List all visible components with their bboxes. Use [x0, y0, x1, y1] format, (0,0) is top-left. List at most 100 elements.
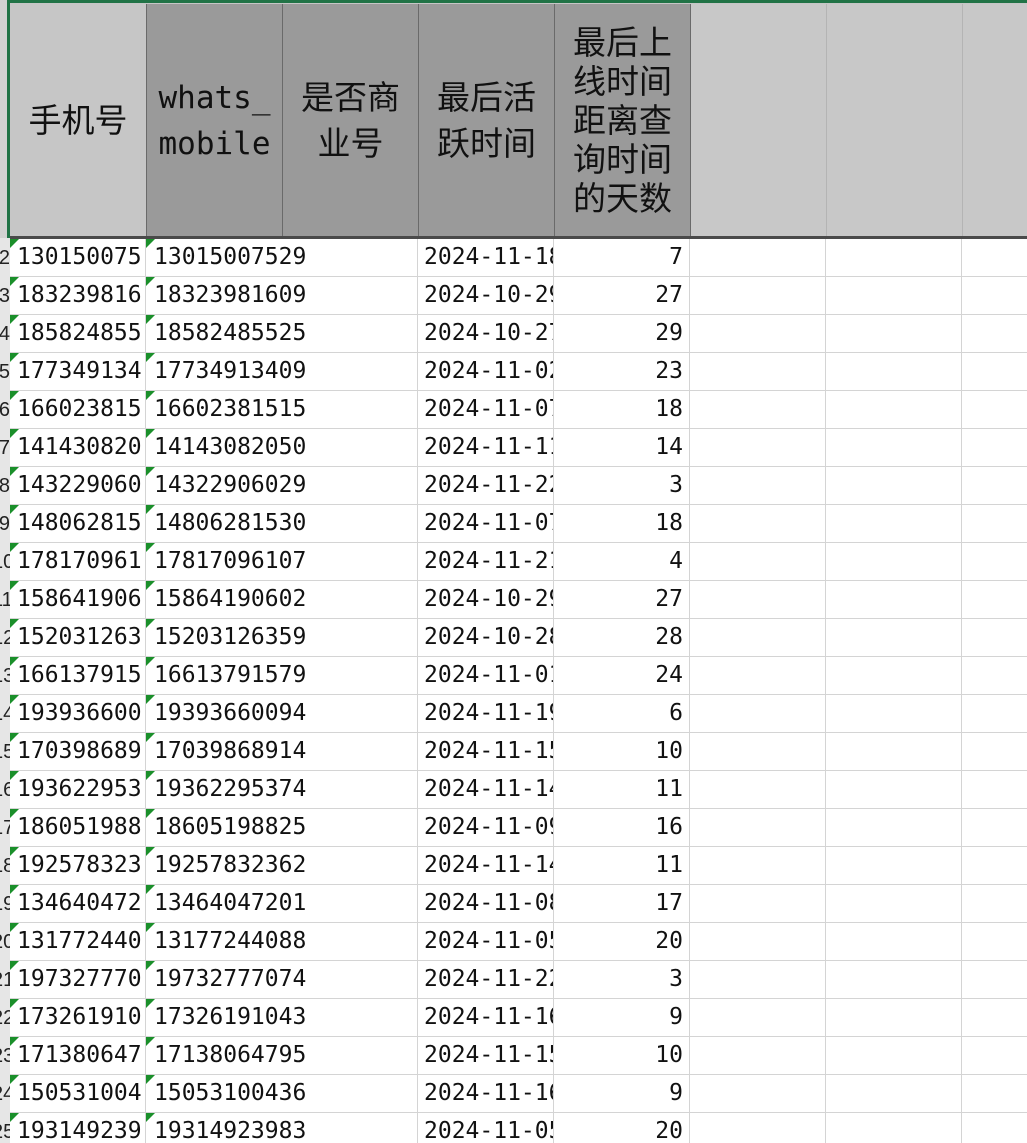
cell-empty[interactable] — [962, 1113, 1027, 1143]
cell-days-since[interactable]: 29 — [554, 315, 690, 352]
cell-whats-mobile[interactable]: 16613791579 — [146, 657, 306, 694]
cell-phone[interactable]: 148062815 — [10, 505, 146, 542]
number-as-text-flag-icon[interactable] — [10, 1075, 19, 1084]
row-number[interactable]: 19 — [0, 885, 10, 923]
header-is-business[interactable]: 是否商 业号 — [283, 4, 419, 237]
cell-empty[interactable] — [690, 353, 826, 390]
cell-empty[interactable] — [690, 695, 826, 732]
cell-whats-mobile[interactable]: 19257832362 — [146, 847, 306, 884]
number-as-text-flag-icon[interactable] — [10, 999, 19, 1008]
cell-empty[interactable] — [962, 467, 1027, 504]
cell-days-since[interactable]: 10 — [554, 733, 690, 770]
cell-whats-mobile[interactable]: 18582485525 — [146, 315, 306, 352]
cell-whats-mobile[interactable]: 13464047201 — [146, 885, 306, 922]
cell-phone[interactable]: 192578323 — [10, 847, 146, 884]
cell-last-active[interactable]: 2024-11-09 — [418, 809, 554, 846]
number-as-text-flag-icon[interactable] — [10, 1037, 19, 1046]
number-as-text-flag-icon[interactable] — [146, 353, 155, 362]
number-as-text-flag-icon[interactable] — [10, 923, 19, 932]
number-as-text-flag-icon[interactable] — [10, 543, 19, 552]
number-as-text-flag-icon[interactable] — [10, 961, 19, 970]
cell-whats-mobile[interactable]: 15864190602 — [146, 581, 306, 618]
row-number[interactable]: 23 — [0, 1037, 10, 1075]
number-as-text-flag-icon[interactable] — [10, 581, 19, 590]
header-last-active[interactable]: 最后活 跃时间 — [419, 4, 555, 237]
cell-last-active[interactable]: 2024-11-16 — [418, 999, 554, 1036]
row-header-selected[interactable] — [0, 0, 10, 238]
header-empty-col7[interactable] — [827, 4, 963, 237]
cell-days-since[interactable]: 18 — [554, 391, 690, 428]
cell-empty[interactable] — [826, 619, 962, 656]
cell-empty[interactable] — [690, 543, 826, 580]
cell-last-active[interactable]: 2024-11-15 — [418, 1037, 554, 1074]
cell-last-active[interactable]: 2024-11-15 — [418, 733, 554, 770]
cell-days-since[interactable]: 3 — [554, 467, 690, 504]
cell-phone[interactable]: 166023815 — [10, 391, 146, 428]
cell-empty[interactable] — [826, 277, 962, 314]
cell-days-since[interactable]: 10 — [554, 1037, 690, 1074]
cell-empty[interactable] — [826, 1075, 962, 1112]
cell-days-since[interactable]: 20 — [554, 1113, 690, 1143]
cell-empty[interactable] — [690, 923, 826, 960]
cell-empty[interactable] — [826, 809, 962, 846]
number-as-text-flag-icon[interactable] — [146, 315, 155, 324]
cell-phone[interactable]: 197327770 — [10, 961, 146, 998]
cell-last-active[interactable]: 2024-11-07 — [418, 391, 554, 428]
number-as-text-flag-icon[interactable] — [146, 467, 155, 476]
cell-last-active[interactable]: 2024-11-08 — [418, 885, 554, 922]
header-days-since[interactable]: 最后上 线时间 距离查 询时间 的天数 — [555, 4, 691, 237]
cell-empty[interactable] — [826, 1113, 962, 1143]
cell-phone[interactable]: 166137915 — [10, 657, 146, 694]
cell-empty[interactable] — [826, 999, 962, 1036]
cell-last-active[interactable]: 2024-11-18 — [418, 239, 554, 276]
cell-empty[interactable] — [826, 581, 962, 618]
cell-phone[interactable]: 173261910 — [10, 999, 146, 1036]
cell-last-active[interactable]: 2024-11-14 — [418, 847, 554, 884]
cell-empty[interactable] — [690, 277, 826, 314]
number-as-text-flag-icon[interactable] — [10, 809, 19, 818]
cell-empty[interactable] — [962, 695, 1027, 732]
cell-empty[interactable] — [826, 543, 962, 580]
cell-phone[interactable]: 186051988 — [10, 809, 146, 846]
number-as-text-flag-icon[interactable] — [146, 1075, 155, 1084]
cell-whats-mobile[interactable]: 18323981609 — [146, 277, 306, 314]
row-number[interactable]: 13 — [0, 657, 10, 695]
cell-whats-mobile[interactable]: 14806281530 — [146, 505, 306, 542]
row-number[interactable]: 6 — [0, 391, 10, 429]
cell-empty[interactable] — [826, 695, 962, 732]
cell-empty[interactable] — [690, 1113, 826, 1143]
cell-whats-mobile[interactable]: 17734913409 — [146, 353, 306, 390]
cell-phone[interactable]: 185824855 — [10, 315, 146, 352]
cell-last-active[interactable]: 2024-11-22 — [418, 467, 554, 504]
number-as-text-flag-icon[interactable] — [146, 1037, 155, 1046]
header-whats-mobile[interactable]: whats_ mobile — [147, 4, 283, 237]
cell-empty[interactable] — [826, 923, 962, 960]
cell-empty[interactable] — [690, 467, 826, 504]
row-number[interactable]: 11 — [0, 581, 10, 619]
cell-last-active[interactable]: 2024-11-16 — [418, 1075, 554, 1112]
row-number[interactable]: 20 — [0, 923, 10, 961]
cell-empty[interactable] — [962, 429, 1027, 466]
cell-days-since[interactable]: 16 — [554, 809, 690, 846]
number-as-text-flag-icon[interactable] — [10, 467, 19, 476]
cell-phone[interactable]: 171380647 — [10, 1037, 146, 1074]
number-as-text-flag-icon[interactable] — [146, 505, 155, 514]
row-number[interactable]: 21 — [0, 961, 10, 999]
cell-phone[interactable]: 131772440 — [10, 923, 146, 960]
cell-days-since[interactable]: 9 — [554, 1075, 690, 1112]
cell-whats-mobile[interactable]: 17326191043 — [146, 999, 306, 1036]
cell-empty[interactable] — [690, 619, 826, 656]
cell-days-since[interactable]: 11 — [554, 771, 690, 808]
cell-phone[interactable]: 130150075 — [10, 239, 146, 276]
cell-empty[interactable] — [962, 277, 1027, 314]
cell-empty[interactable] — [962, 315, 1027, 352]
number-as-text-flag-icon[interactable] — [10, 847, 19, 856]
cell-last-active[interactable]: 2024-10-27 — [418, 315, 554, 352]
number-as-text-flag-icon[interactable] — [146, 999, 155, 1008]
number-as-text-flag-icon[interactable] — [146, 277, 155, 286]
number-as-text-flag-icon[interactable] — [10, 505, 19, 514]
row-number[interactable]: 5 — [0, 353, 10, 391]
cell-whats-mobile[interactable]: 14322906029 — [146, 467, 306, 504]
cell-phone[interactable]: 178170961 — [10, 543, 146, 580]
cell-empty[interactable] — [690, 1075, 826, 1112]
